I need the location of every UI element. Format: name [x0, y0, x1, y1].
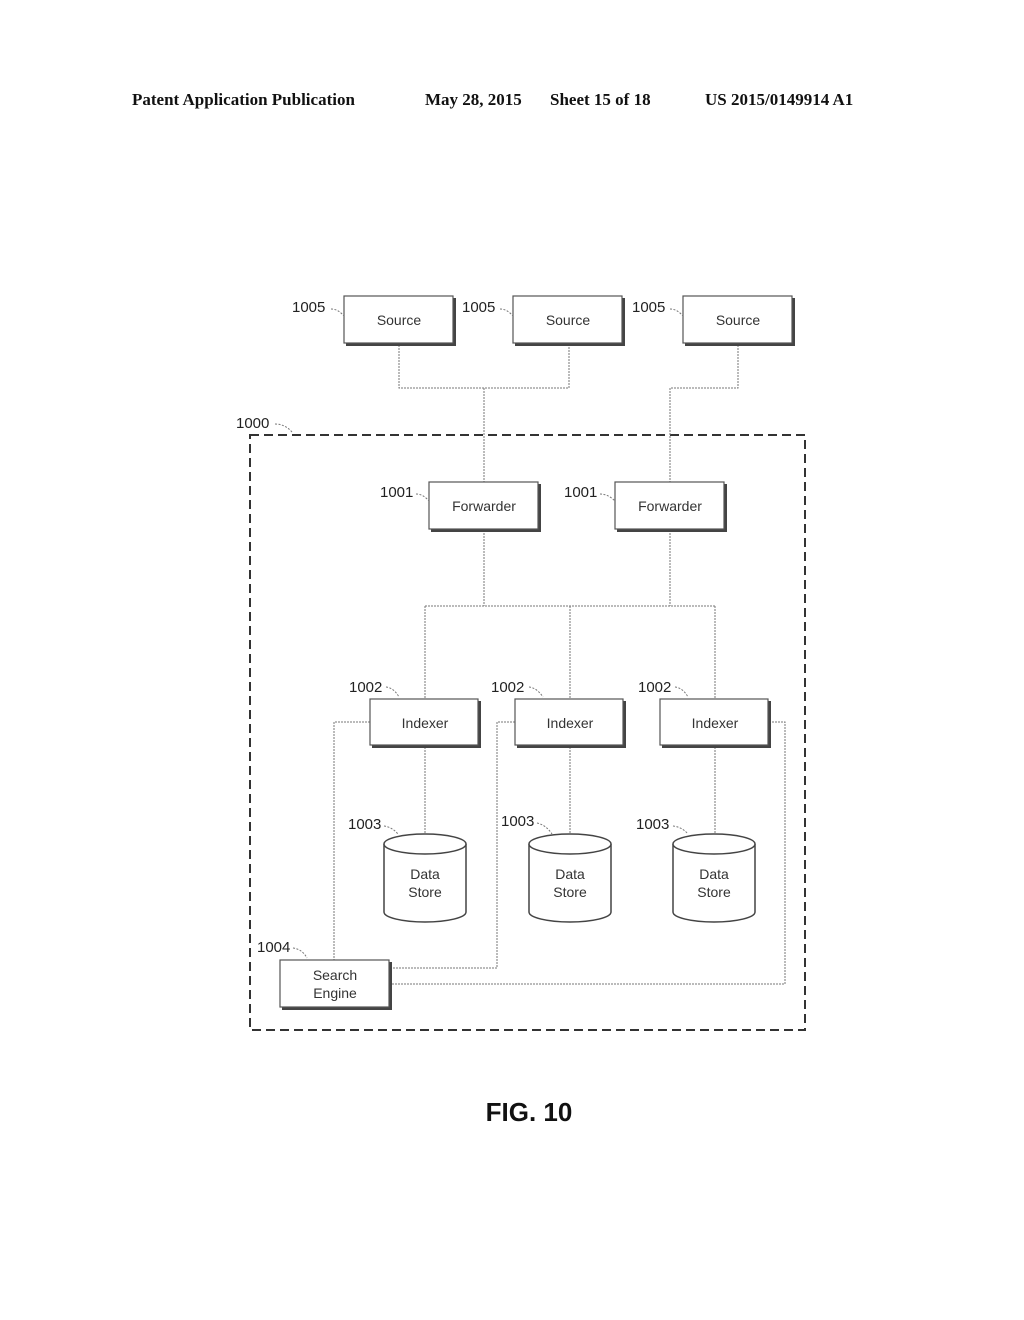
indexer-ref-label: 1002 [491, 679, 524, 696]
diagram: .conn { stroke:#777; stroke-width:1; str… [236, 295, 806, 1127]
search-engine-label-line1: Search [313, 967, 357, 983]
connector-sources-1-2 [398, 345, 570, 389]
source-node-2: Source [512, 295, 625, 346]
data-store-3: Data Store [672, 833, 756, 923]
forwarder-ref-label: 1001 [564, 484, 597, 501]
search-engine-leader-line [292, 947, 308, 959]
indexer-ref-label: 1002 [638, 679, 671, 696]
forwarder-node-1: Forwarder [428, 481, 541, 532]
indexer-node-1: Indexer [369, 698, 481, 748]
source-leader-line [499, 308, 514, 317]
data-store-1: Data Store [383, 833, 467, 923]
data-store-label-line2: Store [408, 884, 442, 900]
source-leader-line [669, 308, 684, 317]
data-store-ref-label: 1003 [348, 816, 381, 833]
indexer-label: Indexer [692, 715, 739, 731]
data-store-label-line2: Store [553, 884, 587, 900]
source-ref-label: 1005 [292, 299, 325, 316]
search-engine-node: Search Engine [279, 959, 392, 1010]
connector-source-3-forwarder-2 [669, 345, 739, 482]
data-store-label-line1: Data [410, 866, 440, 882]
indexer-label: Indexer [547, 715, 594, 731]
forwarder-ref-label: 1001 [380, 484, 413, 501]
forwarder-label: Forwarder [452, 498, 516, 514]
forwarder-node-2: Forwarder [614, 481, 727, 532]
data-store-label-line1: Data [699, 866, 729, 882]
source-ref-label: 1005 [632, 299, 665, 316]
forwarder-label: Forwarder [638, 498, 702, 514]
data-store-ref-label: 1003 [636, 816, 669, 833]
data-store-ref-label: 1003 [501, 813, 534, 830]
system-leader-line [274, 423, 293, 433]
data-store-leader-line [536, 822, 553, 835]
indexer-leader-line [674, 686, 689, 698]
data-store-label-line1: Data [555, 866, 585, 882]
indexer-node-2: Indexer [514, 698, 626, 748]
data-store-2: Data Store [528, 833, 612, 923]
indexer-leader-line [528, 686, 544, 698]
source-node-3: Source [682, 295, 795, 346]
search-engine-label-line2: Engine [313, 985, 357, 1001]
source-leader-line [330, 308, 345, 317]
indexer-ref-label: 1002 [349, 679, 382, 696]
source-node-1: Source [343, 295, 456, 346]
source-ref-label: 1005 [462, 299, 495, 316]
connector-search-indexer-1 [333, 721, 370, 960]
search-engine-ref-label: 1004 [257, 939, 290, 956]
source-label: Source [716, 312, 761, 328]
source-label: Source [546, 312, 591, 328]
forwarder-leader-line [415, 493, 430, 502]
indexer-label: Indexer [402, 715, 449, 731]
data-store-leader-line [383, 825, 399, 835]
data-store-leader-line [672, 825, 689, 835]
indexer-node-3: Indexer [659, 698, 771, 748]
data-store-label-line2: Store [697, 884, 731, 900]
source-label: Source [377, 312, 422, 328]
forwarder-leader-line [599, 493, 616, 502]
system-ref-label: 1000 [236, 415, 269, 432]
indexer-leader-line [385, 686, 400, 698]
figure-caption: FIG. 10 [486, 1097, 573, 1127]
